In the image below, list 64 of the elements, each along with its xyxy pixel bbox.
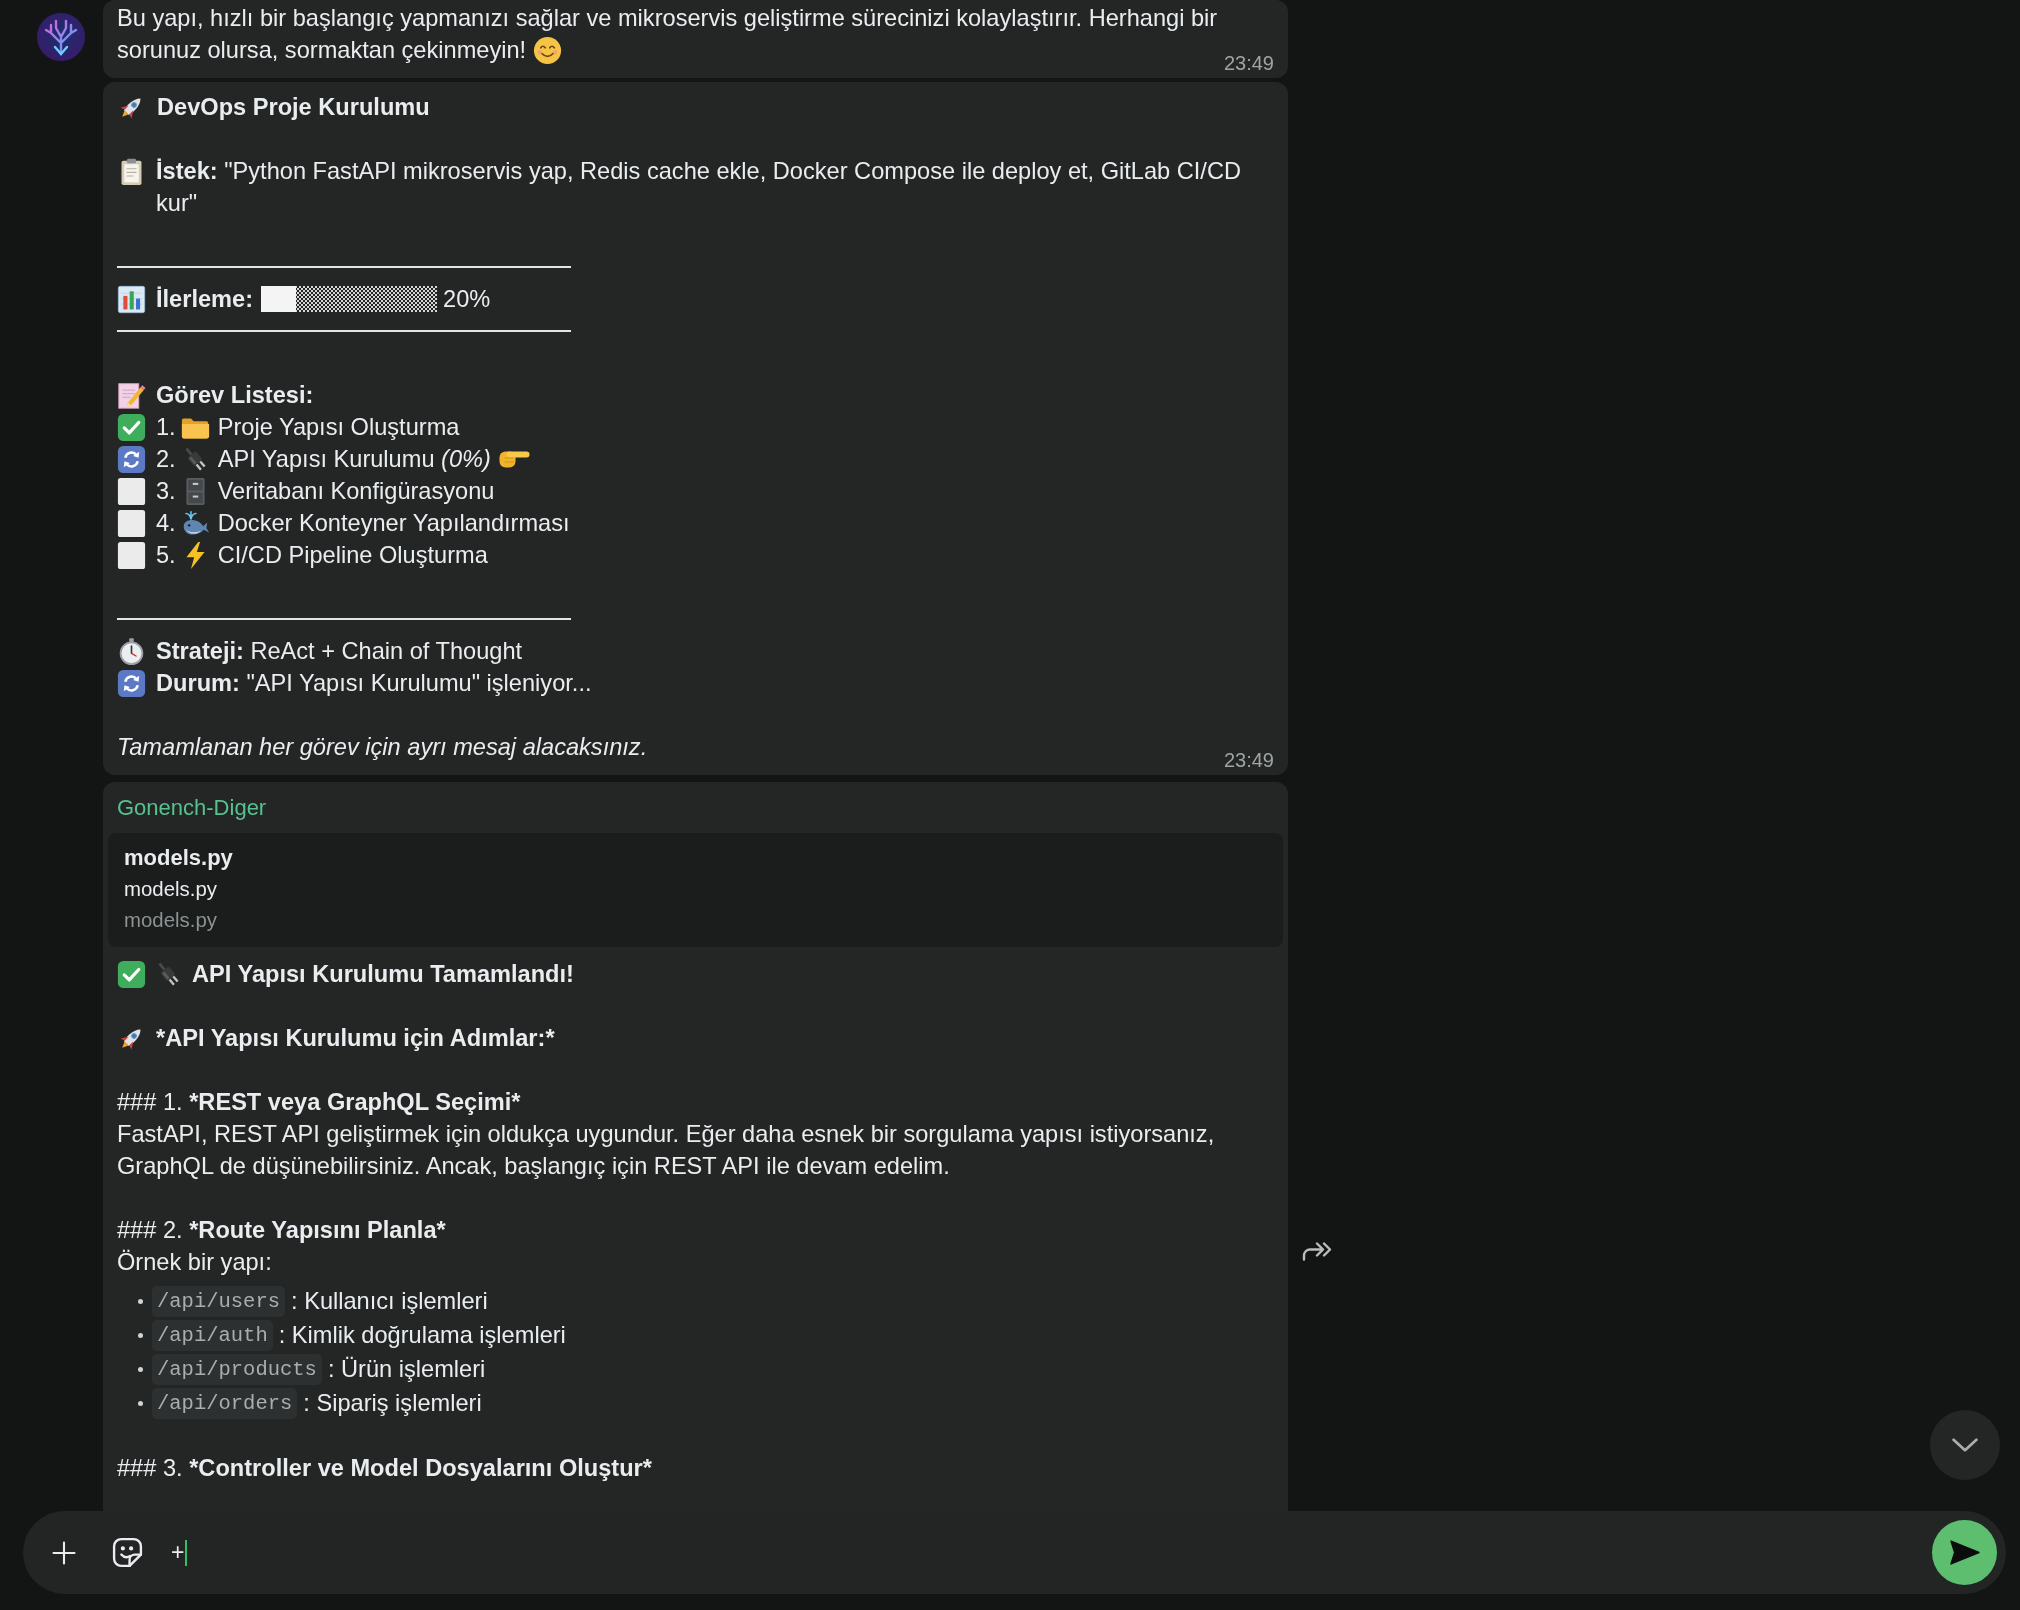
blank-square-icon xyxy=(117,476,146,506)
blank-square-icon xyxy=(117,540,146,570)
send-button[interactable] xyxy=(1932,1520,1997,1585)
message-time: 23:49 xyxy=(1223,52,1274,74)
task-name: CI/CD Pipeline Oluşturma xyxy=(217,541,488,570)
message-time: 23:49 xyxy=(1223,749,1274,771)
avatar-icon xyxy=(37,13,85,61)
code-snippet: /api/users xyxy=(152,1285,286,1317)
code-snippet: /api/orders xyxy=(152,1387,298,1419)
file-caption: models.py xyxy=(124,908,218,933)
request-text: İstek: "Python FastAPI mikroservis yap, Redis cache ekle, Docker Compose ile deploy et, GitLab CI/CD kur" xyxy=(156,157,1242,218)
task-number: 5. xyxy=(156,541,176,570)
sender-name: Gonench-Diger xyxy=(117,794,268,822)
blank-square-icon xyxy=(117,508,146,538)
task-list-title: Görev Listesi: xyxy=(156,381,314,410)
section-heading: ### 1. *REST veya GraphQL Seçimi* xyxy=(117,1088,522,1117)
task-name: Proje Yapısı Oluşturma xyxy=(217,413,460,442)
section-heading: ### 2. *Route Yapısını Planla* xyxy=(117,1216,447,1245)
forward-icon[interactable] xyxy=(1302,1242,1332,1261)
task-number: 4. xyxy=(156,509,176,538)
message-title: DevOps Proje Kurulumu xyxy=(157,93,430,122)
section-text: Örnek bir yapı: xyxy=(117,1248,273,1277)
file-title: models.py xyxy=(124,844,234,872)
check-icon xyxy=(117,959,146,989)
footer-note: Tamamlanan her görev için ayrı mesaj alacaksınız. xyxy=(117,734,648,760)
message-text: Bu yapı, hızlı bir başlangıç yapmanızı sağlar ve mikroservis geliştirme sürecinizi kolaylaştırır. Herhangi bir xyxy=(117,4,1218,33)
strategy-text: Strateji: ReAct + Chain of Thought xyxy=(156,637,523,666)
refresh-icon xyxy=(117,444,146,474)
task-number: 2. xyxy=(156,445,176,474)
bullet-icon xyxy=(138,1332,143,1338)
endpoint-description: : Kullanıcı işlemleri xyxy=(291,1287,488,1316)
message-title: API Yapısı Kurulumu Tamamlandı! xyxy=(192,960,574,989)
status-text: Durum: "API Yapısı Kurulumu" işleniyor... xyxy=(156,669,592,698)
endpoint-description: : Sipariş işlemleri xyxy=(303,1389,482,1418)
progress-label: İlerleme: xyxy=(156,285,254,314)
text-cursor-icon xyxy=(185,1539,188,1566)
section-heading: ### 3. *Controller ve Model Dosyalarını Oluştur* xyxy=(117,1454,653,1483)
progress-value: 20% xyxy=(443,285,491,314)
message-subtitle: *API Yapısı Kurulumu için Adımlar:* xyxy=(156,1024,555,1053)
code-snippet: /api/auth xyxy=(152,1319,273,1351)
bullet-icon xyxy=(138,1366,143,1372)
check-icon xyxy=(117,412,146,442)
message-input[interactable]: + xyxy=(171,1530,1932,1575)
sticker-icon[interactable] xyxy=(111,1536,144,1569)
attachment-card[interactable]: models.py models.py models.py xyxy=(108,833,1283,947)
smiley-icon xyxy=(533,35,563,65)
endpoint-description: : Ürün işlemleri xyxy=(327,1355,486,1384)
refresh-icon xyxy=(117,668,146,698)
memo-icon xyxy=(117,380,146,410)
chevron-down-icon xyxy=(1952,1438,1978,1452)
file-subtitle: models.py xyxy=(124,877,218,902)
code-snippet: /api/products xyxy=(152,1353,322,1385)
bar-chart-icon xyxy=(117,284,146,314)
bullet-icon xyxy=(138,1298,143,1304)
task-name: API Yapısı Kurulumu (0%) xyxy=(217,445,491,474)
task-number: 1. xyxy=(156,413,176,442)
stopwatch-icon xyxy=(117,636,146,666)
bullet-icon xyxy=(138,1400,143,1406)
task-number: 3. xyxy=(156,477,176,506)
section-text: FastAPI, REST API geliştirmek için oldukça uygundur. Eğer daha esnek bir sorgulama yapısı istiyorsanız, GraphQL de düşünebilirsiniz. Ancak, başlangıç için REST API ile devam edelim. xyxy=(117,1120,1216,1181)
task-name: Docker Konteyner Yapılandırması xyxy=(217,509,570,538)
task-name: Veritabanı Konfigürasyonu xyxy=(217,477,495,506)
endpoint-description: : Kimlik doğrulama işlemleri xyxy=(278,1321,566,1350)
message-text: sorunuz olursa, sormaktan çekinmeyin! xyxy=(117,36,527,65)
